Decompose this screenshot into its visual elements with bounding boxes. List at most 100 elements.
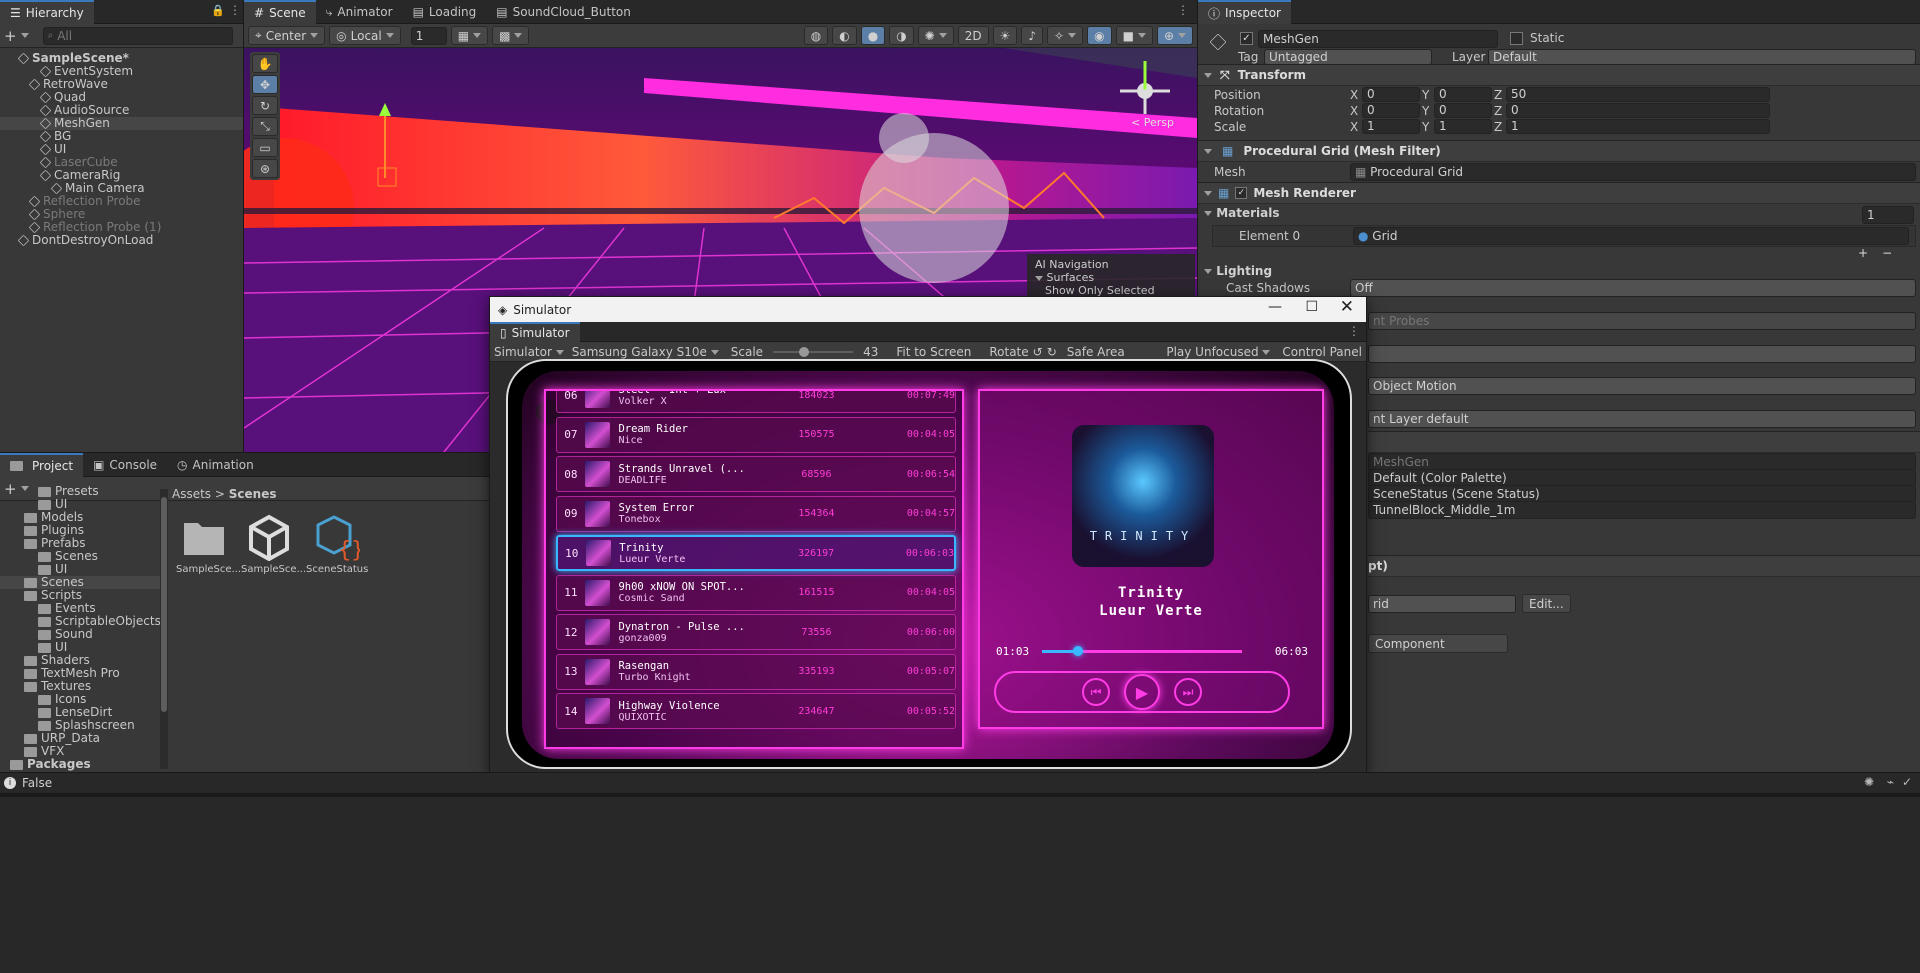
track-row[interactable]: 06 Steel — Int + Lux Volker X 184023 00:07:4…	[556, 391, 956, 413]
lighting-button[interactable]: ☀	[992, 26, 1018, 45]
more-icon[interactable]: ⋮	[1177, 3, 1189, 17]
network-icon[interactable]: ⌁	[1887, 775, 1894, 789]
gizmos-button[interactable]: ⊕	[1156, 26, 1193, 45]
transform-rotation-y-field[interactable]: 0	[1434, 103, 1492, 118]
track-row[interactable]: 14 Highway Violence QUIXOTIC 234647 00:05:52	[556, 693, 956, 729]
project-folder-item[interactable]: URP_Data	[0, 732, 160, 745]
safe-area-toggle[interactable]: Safe Area	[1067, 345, 1125, 359]
tab-animation[interactable]: ◷ Animation	[167, 453, 264, 477]
hand-tool-button[interactable]: ✋	[252, 54, 278, 73]
play-button[interactable]: ▶	[1124, 674, 1160, 710]
audio-button[interactable]: ♪	[1021, 26, 1044, 45]
rect-tool-button[interactable]: ▭	[252, 138, 278, 157]
asset-folder[interactable]: SampleSce...	[176, 513, 241, 575]
tab-hierarchy[interactable]: ☰ Hierarchy	[0, 0, 94, 24]
previous-button[interactable]: ⏮	[1082, 678, 1110, 706]
hierarchy-item[interactable]: Reflection Probe	[0, 195, 243, 208]
cast-shadows-dropdown[interactable]: Off	[1350, 279, 1916, 297]
edit-shader-button[interactable]: Edit...	[1522, 594, 1571, 613]
tab-console[interactable]: ▣ Console	[83, 453, 167, 477]
effects-button[interactable]: ✧	[1047, 26, 1084, 45]
tab-scene[interactable]: # Scene	[244, 0, 316, 24]
visibility-button[interactable]: ◉	[1087, 26, 1112, 45]
check-icon[interactable]: ✓	[1902, 775, 1912, 789]
fit-to-screen-button[interactable]: Fit to Screen	[896, 345, 971, 359]
mode-2d-button[interactable]: 2D	[957, 26, 989, 45]
mesh-filter-header[interactable]: ▦ Procedural Grid (Mesh Filter)	[1198, 140, 1920, 162]
material-field[interactable]: ● Grid	[1353, 227, 1909, 245]
breadcrumb-assets[interactable]: Assets	[172, 487, 211, 501]
asset-script[interactable]: {} SceneStatus	[306, 513, 368, 575]
increment-snap-button[interactable]: ▩	[492, 26, 530, 45]
hierarchy-item[interactable]: DontDestroyOnLoad	[0, 234, 243, 247]
tab-inspector[interactable]: ⓘ Inspector	[1198, 0, 1291, 24]
track-row[interactable]: 12 Dynatron - Pulse ... gonza009 73556 00:06…	[556, 614, 956, 650]
mode-dropdown[interactable]: Simulator	[494, 345, 564, 359]
probes-dropdown[interactable]: nt Probes	[1368, 312, 1916, 330]
more-icon[interactable]: ⋮	[229, 3, 241, 17]
materials-count-field[interactable]: 1	[1862, 206, 1914, 224]
track-row[interactable]: 10 Trinity Lueur Verte 326197 00:06:03	[556, 535, 956, 571]
tab-simulator[interactable]: ▯ Simulator	[490, 322, 580, 342]
rotate-tool-button[interactable]: ↻	[252, 96, 278, 115]
hierarchy-item[interactable]: BG	[0, 130, 243, 143]
tag-dropdown[interactable]: Untagged	[1264, 49, 1432, 65]
hierarchy-item[interactable]: AudioSource	[0, 104, 243, 117]
debug-button[interactable]: ✺	[917, 26, 954, 45]
rotate-left-icon[interactable]: ↺	[1033, 345, 1043, 359]
move-tool-button[interactable]: ✥	[252, 75, 278, 94]
hierarchy-item[interactable]: RetroWave	[0, 78, 243, 91]
overlay-item-surfaces[interactable]: Surfaces	[1035, 271, 1187, 284]
transform-scale-x-field[interactable]: 1	[1362, 119, 1420, 134]
progress-bar[interactable]	[1042, 646, 1242, 656]
mesh-field[interactable]: ▦ Procedural Grid	[1350, 163, 1916, 181]
transform-position-y-field[interactable]: 0	[1434, 87, 1492, 102]
scrollbar-thumb[interactable]	[161, 497, 167, 712]
hierarchy-item[interactable]: UI	[0, 143, 243, 156]
unlit-button[interactable]: ◑	[889, 26, 914, 45]
breadcrumb-scenes[interactable]: Scenes	[229, 487, 277, 501]
project-folder-item[interactable]: Sound	[0, 628, 160, 641]
add-icon[interactable]: +	[4, 27, 17, 45]
transform-rotation-x-field[interactable]: 0	[1362, 103, 1420, 118]
add-material-button[interactable]: +	[1858, 246, 1868, 260]
lock-icon[interactable]: 🔒	[211, 4, 225, 17]
simulator-titlebar[interactable]: ◈ Simulator — ☐ ✕	[490, 297, 1366, 322]
next-button[interactable]: ⏭	[1174, 678, 1202, 706]
device-dropdown[interactable]: Samsung Galaxy S10e	[572, 345, 719, 359]
hierarchy-item[interactable]: LaserCube	[0, 156, 243, 169]
wireframe-button[interactable]: ◍	[803, 26, 829, 45]
lighting-row[interactable]: Lighting	[1204, 264, 1272, 278]
shader-dropdown[interactable]: rid	[1368, 595, 1516, 613]
track-row[interactable]: 08 Strands Unravel (... DEADLIFE 68596 00:06…	[556, 456, 956, 492]
transform-position-z-field[interactable]: 50	[1506, 87, 1770, 102]
grid-snap-button[interactable]: ▦	[450, 26, 489, 45]
tab-soundcloud-button[interactable]: ▤ SoundCloud_Button	[486, 0, 641, 24]
rendering-layer-dropdown[interactable]: nt Layer default	[1368, 410, 1916, 428]
rotate-right-icon[interactable]: ↻	[1047, 345, 1057, 359]
static-checkbox[interactable]	[1510, 32, 1523, 45]
close-button[interactable]: ✕	[1340, 297, 1354, 317]
tab-animator[interactable]: ⤷ Animator	[316, 0, 403, 24]
track-row[interactable]: 09 System Error Tonebox 154364 00:04:57	[556, 495, 956, 532]
track-row[interactable]: 11 9h00 xNOW ON SPOT... Cosmic Sand 161515 0…	[556, 574, 956, 611]
transform-position-x-field[interactable]: 0	[1362, 87, 1420, 102]
pivot-dropdown[interactable]: ⌖ Center	[248, 26, 326, 45]
persp-label[interactable]: < Persp	[1131, 116, 1174, 129]
project-folder-item[interactable]: Presets	[0, 485, 160, 498]
snap-input[interactable]: 1	[410, 26, 447, 45]
tab-loading[interactable]: ▤ Loading	[403, 0, 487, 24]
maximize-button[interactable]: ☐	[1305, 299, 1318, 315]
motion-vectors-dropdown[interactable]: Object Motion	[1368, 377, 1916, 395]
materials-row[interactable]: Materials 1	[1204, 206, 1914, 224]
space-dropdown[interactable]: ◎ Local	[329, 26, 401, 45]
progress-handle[interactable]	[1073, 646, 1083, 656]
transform-header[interactable]: ⤧ Transform	[1198, 64, 1920, 86]
material-header[interactable]: pt)	[1368, 555, 1920, 577]
more-icon[interactable]: ⋮	[1348, 324, 1360, 338]
track-row[interactable]: 13 Rasengan Turbo Knight 335193 00:05:07	[556, 653, 956, 690]
active-checkbox[interactable]: ✓	[1240, 32, 1253, 45]
object-name-field[interactable]: MeshGen	[1258, 30, 1498, 48]
scale-slider[interactable]	[773, 346, 854, 358]
camera-button[interactable]: ■	[1115, 26, 1153, 45]
